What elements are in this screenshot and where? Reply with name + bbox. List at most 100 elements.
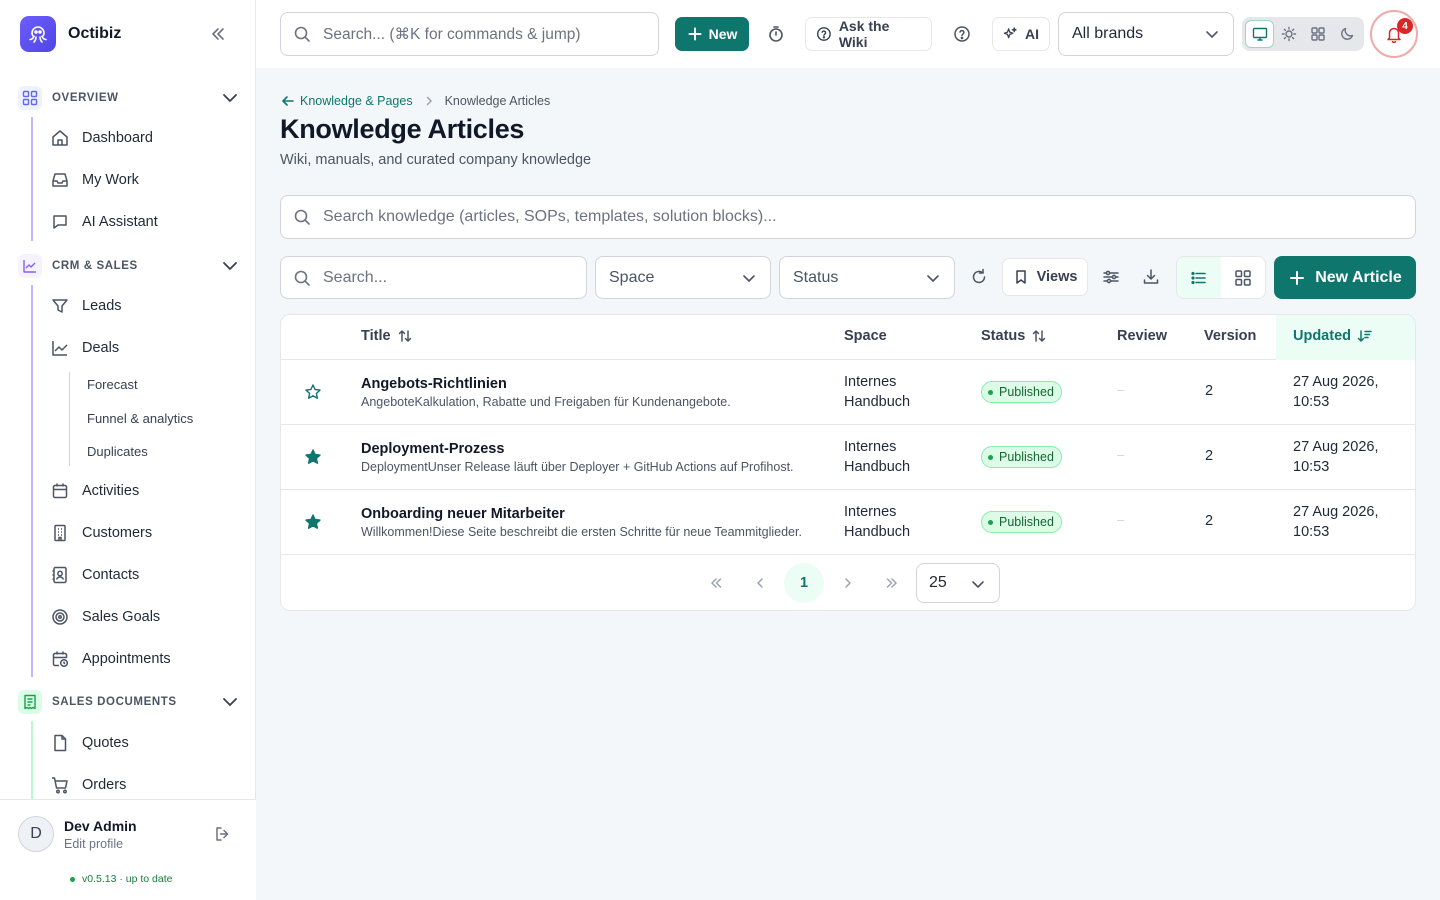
sidebar-item-label: Dashboard xyxy=(82,130,153,146)
plus-icon xyxy=(688,27,702,41)
table-search-input[interactable]: Search... xyxy=(280,256,587,299)
article-excerpt: Willkommen!Diese Seite beschreibt die er… xyxy=(361,525,802,539)
status-badge: Published xyxy=(981,381,1062,403)
star-filled-icon[interactable] xyxy=(304,448,322,466)
table-row[interactable]: Deployment-Prozess DeploymentUnser Relea… xyxy=(281,425,1415,490)
space-filter-select[interactable]: Space xyxy=(595,256,771,299)
column-status[interactable]: Status xyxy=(981,328,1047,344)
avatar[interactable]: D xyxy=(18,816,54,852)
column-updated[interactable]: Updated xyxy=(1293,328,1373,344)
knowledge-search-input[interactable]: Search knowledge (articles, SOPs, templa… xyxy=(280,195,1416,239)
collapse-sidebar-icon[interactable] xyxy=(208,24,228,44)
next-page-icon[interactable] xyxy=(828,563,868,603)
search-icon xyxy=(293,208,311,226)
column-space-label: Space xyxy=(844,328,887,344)
column-version: Version xyxy=(1204,328,1256,344)
last-page-icon[interactable] xyxy=(872,563,912,603)
column-space: Space xyxy=(844,328,887,344)
sidebar-subitem-duplicates[interactable]: Duplicates xyxy=(87,444,148,459)
space-filter-value: Space xyxy=(609,268,655,286)
brand[interactable]: Octibiz xyxy=(20,16,121,52)
moon-icon[interactable] xyxy=(1332,20,1361,48)
dashboard-layout-icon[interactable] xyxy=(1303,20,1332,48)
section-crm-sales[interactable]: CRM & SALES xyxy=(18,254,242,278)
logout-icon[interactable] xyxy=(214,825,232,843)
star-filled-icon[interactable] xyxy=(304,513,322,531)
refresh-icon[interactable] xyxy=(969,267,989,287)
article-review: – xyxy=(1117,382,1125,397)
article-updated: 27 Aug 2026, 10:53 xyxy=(1293,437,1403,477)
page-size-select[interactable]: 25 xyxy=(916,563,1000,603)
file-icon xyxy=(50,733,70,753)
sort-icon xyxy=(1033,330,1046,342)
updated-line: 10:53 xyxy=(1293,459,1330,475)
chevron-down-icon xyxy=(740,269,758,287)
target-icon xyxy=(50,607,70,627)
page-number-current[interactable]: 1 xyxy=(784,563,824,603)
sidebar-item-deals[interactable]: Deals xyxy=(50,330,240,366)
sidebar-item-appointments[interactable]: Appointments xyxy=(50,641,240,677)
sidebar-subitem-funnel[interactable]: Funnel & analytics xyxy=(87,411,193,426)
list-view-icon[interactable] xyxy=(1177,257,1221,298)
search-icon xyxy=(293,25,311,43)
column-title-label: Title xyxy=(361,328,391,344)
profile-footer: D Dev Admin Edit profile v0.5.13 · up to… xyxy=(0,799,256,900)
article-space: Internes Handbuch xyxy=(844,372,964,412)
new-button-label: New xyxy=(708,26,738,42)
command-search-input[interactable]: Search... (⌘K for commands & jump) xyxy=(280,12,659,56)
notifications-bell[interactable]: 4 xyxy=(1370,10,1418,58)
sidebar-item-contacts[interactable]: Contacts xyxy=(50,557,240,593)
sidebar-item-orders[interactable]: Orders xyxy=(50,767,240,803)
status-filter-select[interactable]: Status xyxy=(779,256,955,299)
sidebar-item-sales-goals[interactable]: Sales Goals xyxy=(50,599,240,635)
monitor-icon[interactable] xyxy=(1245,20,1274,48)
sort-icon xyxy=(398,330,411,342)
article-title[interactable]: Onboarding neuer Mitarbeiter xyxy=(361,506,565,522)
column-version-label: Version xyxy=(1204,328,1257,344)
article-title[interactable]: Deployment-Prozess xyxy=(361,441,504,457)
sidebar-item-leads[interactable]: Leads xyxy=(50,288,240,324)
sidebar-item-activities[interactable]: Activities xyxy=(50,473,240,509)
page-title: Knowledge Articles xyxy=(280,114,525,144)
calendar-clock-icon xyxy=(50,649,70,669)
ask-wiki-button[interactable]: Ask the Wiki xyxy=(805,17,932,51)
help-circle-icon xyxy=(816,27,831,41)
sun-icon[interactable] xyxy=(1274,20,1303,48)
column-title[interactable]: Title xyxy=(361,328,413,344)
first-page-icon[interactable] xyxy=(696,563,736,603)
breadcrumb-parent-link[interactable]: Knowledge & Pages xyxy=(280,93,413,109)
chevron-down-icon xyxy=(220,692,240,712)
edit-profile-link[interactable]: Edit profile xyxy=(64,837,123,851)
table-row[interactable]: Onboarding neuer Mitarbeiter Willkommen!… xyxy=(281,490,1415,555)
sidebar-item-customers[interactable]: Customers xyxy=(50,515,240,551)
octopus-logo-icon xyxy=(20,16,56,52)
brand-select[interactable]: All brands xyxy=(1058,12,1234,56)
sort-descending-icon xyxy=(1357,330,1372,342)
bookmark-icon xyxy=(1015,270,1026,284)
section-overview[interactable]: OVERVIEW xyxy=(18,86,242,110)
grid-icon xyxy=(18,86,42,110)
article-excerpt: DeploymentUnser Release läuft über Deplo… xyxy=(361,460,794,474)
help-icon[interactable] xyxy=(948,20,976,48)
breadcrumb: Knowledge & Pages Knowledge Articles xyxy=(280,92,550,110)
sidebar-subitem-forecast[interactable]: Forecast xyxy=(87,377,138,392)
section-sales-documents[interactable]: SALES DOCUMENTS xyxy=(18,690,242,714)
table-row[interactable]: Angebots-Richtlinien AngeboteKalkulation… xyxy=(281,360,1415,425)
views-button[interactable]: Views xyxy=(1002,258,1088,296)
sidebar-item-dashboard[interactable]: Dashboard xyxy=(50,120,240,156)
sidebar: Octibiz OVERVIEW Dashboard My Work AI As… xyxy=(0,0,256,900)
sidebar-item-my-work[interactable]: My Work xyxy=(50,162,240,198)
star-outline-icon[interactable] xyxy=(304,383,322,401)
sidebar-item-quotes[interactable]: Quotes xyxy=(50,725,240,761)
article-title[interactable]: Angebots-Richtlinien xyxy=(361,376,507,392)
sliders-icon[interactable] xyxy=(1101,267,1121,287)
new-article-button[interactable]: New Article xyxy=(1274,256,1416,299)
timer-icon[interactable] xyxy=(762,20,790,48)
new-button[interactable]: New xyxy=(675,17,749,51)
prev-page-icon[interactable] xyxy=(740,563,780,603)
sidebar-item-ai-assistant[interactable]: AI Assistant xyxy=(50,204,240,240)
download-icon[interactable] xyxy=(1141,267,1161,287)
ai-button[interactable]: AI xyxy=(992,17,1050,51)
grid-view-icon[interactable] xyxy=(1221,257,1265,298)
sparkles-icon xyxy=(1003,27,1017,39)
